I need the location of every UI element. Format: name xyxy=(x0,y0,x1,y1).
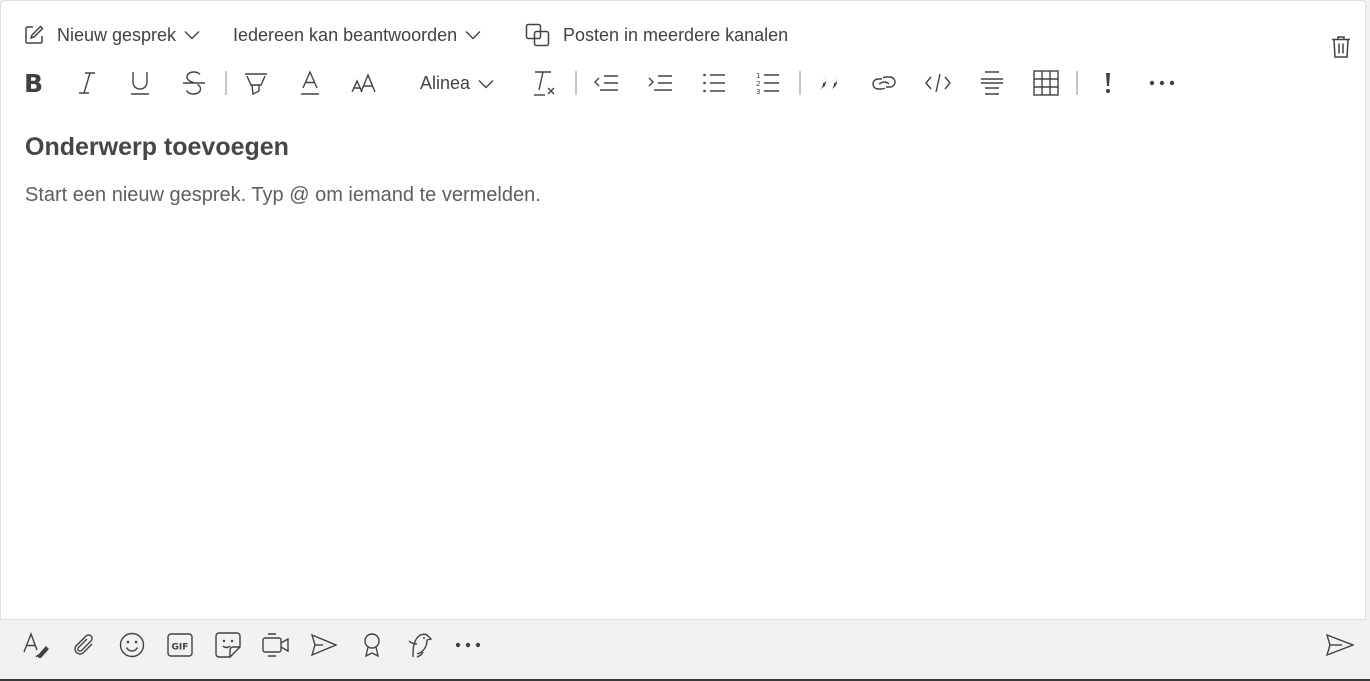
code-icon xyxy=(925,72,951,94)
italic-icon xyxy=(76,71,98,95)
exclamation-icon xyxy=(1104,72,1112,94)
code-snippet-button[interactable] xyxy=(918,61,958,105)
bold-button[interactable]: B xyxy=(13,61,53,105)
sticker-icon xyxy=(215,632,241,658)
edit-icon xyxy=(23,24,45,46)
svg-text:GIF: GIF xyxy=(172,643,189,653)
emoji-icon xyxy=(119,632,145,658)
numbered-list-button[interactable]: 1 2 3 xyxy=(748,61,788,105)
strikethrough-button[interactable] xyxy=(174,61,214,105)
send-button[interactable] xyxy=(1320,625,1360,665)
ellipsis-icon xyxy=(1149,80,1175,86)
mark-as-important-button[interactable] xyxy=(1088,61,1128,105)
gif-button[interactable]: GIF xyxy=(160,625,200,665)
paragraph-label: Alinea xyxy=(420,72,471,93)
send-icon xyxy=(1326,633,1354,657)
meet-now-button[interactable] xyxy=(256,625,296,665)
paragraph-dropdown[interactable]: Alinea xyxy=(420,61,494,105)
formatting-toolbar: B Alinea 1 2 3 xyxy=(1,61,1365,105)
toolbar-separator xyxy=(799,71,801,95)
clear-formatting-icon xyxy=(532,69,558,97)
discard-button[interactable] xyxy=(1331,35,1351,64)
highlight-button[interactable] xyxy=(236,61,276,105)
decrease-indent-button[interactable] xyxy=(587,61,627,105)
table-icon xyxy=(1033,70,1059,96)
ellipsis-icon xyxy=(455,642,481,648)
compose-box: Nieuw gesprek Iedereen kan beantwoorden … xyxy=(0,0,1366,620)
bird-icon xyxy=(407,631,433,659)
chevron-down-icon xyxy=(184,30,200,40)
sticker-button[interactable] xyxy=(208,625,248,665)
decrease-indent-icon xyxy=(594,73,620,93)
quote-button[interactable] xyxy=(811,61,851,105)
emoji-button[interactable] xyxy=(112,625,152,665)
link-button[interactable] xyxy=(864,61,904,105)
video-camera-icon xyxy=(262,633,290,657)
stream-icon xyxy=(311,633,337,657)
underline-button[interactable] xyxy=(120,61,160,105)
message-body-field[interactable]: Start een nieuw gesprek. Typ @ om iemand… xyxy=(25,184,541,207)
svg-text:B: B xyxy=(24,71,43,95)
new-conversation-dropdown[interactable]: Nieuw gesprek xyxy=(23,15,200,55)
strikethrough-icon xyxy=(182,70,206,96)
more-options-button[interactable] xyxy=(1142,61,1182,105)
horizontal-rule-button[interactable] xyxy=(972,61,1012,105)
chevron-down-icon xyxy=(465,30,481,40)
numbered-list-icon: 1 2 3 xyxy=(756,71,780,95)
attach-button[interactable] xyxy=(64,625,104,665)
toolbar-separator xyxy=(225,71,227,95)
praise-button[interactable] xyxy=(352,625,392,665)
clear-formatting-button[interactable] xyxy=(525,61,565,105)
stream-button[interactable] xyxy=(304,625,344,665)
bulleted-list-button[interactable] xyxy=(694,61,734,105)
praise-bird-button[interactable] xyxy=(400,625,440,665)
multiple-channels-icon xyxy=(525,23,551,47)
toolbar-separator xyxy=(575,71,577,95)
bold-icon: B xyxy=(22,71,44,95)
font-color-button[interactable] xyxy=(290,61,330,105)
chevron-down-icon xyxy=(478,73,494,94)
italic-button[interactable] xyxy=(67,61,107,105)
horizontal-rule-icon xyxy=(980,70,1004,96)
underline-icon xyxy=(129,70,151,96)
quote-icon xyxy=(820,75,842,91)
increase-indent-button[interactable] xyxy=(641,61,681,105)
compose-actions-bar: GIF xyxy=(0,622,1370,668)
svg-text:1: 1 xyxy=(756,72,760,80)
paperclip-icon xyxy=(72,633,96,657)
highlighter-icon xyxy=(243,70,269,96)
more-apps-button[interactable] xyxy=(448,625,488,665)
table-button[interactable] xyxy=(1026,61,1066,105)
format-button[interactable] xyxy=(16,625,56,665)
increase-indent-icon xyxy=(648,73,674,93)
reply-setting-dropdown[interactable]: Iedereen kan beantwoorden xyxy=(233,15,481,55)
crosspost-label: Posten in meerdere kanalen xyxy=(563,24,789,45)
format-icon xyxy=(22,632,50,658)
award-icon xyxy=(362,632,382,658)
font-size-icon xyxy=(351,72,377,94)
new-conversation-label: Nieuw gesprek xyxy=(57,24,177,45)
font-size-button[interactable] xyxy=(344,61,384,105)
crosspost-button[interactable]: Posten in meerdere kanalen xyxy=(525,15,788,55)
subject-field[interactable]: Onderwerp toevoegen xyxy=(25,133,289,162)
svg-text:2: 2 xyxy=(756,80,760,88)
font-color-icon xyxy=(299,70,321,96)
gif-icon: GIF xyxy=(167,633,193,657)
bulleted-list-icon xyxy=(702,72,726,94)
link-icon xyxy=(871,73,897,93)
compose-header: Nieuw gesprek Iedereen kan beantwoorden … xyxy=(1,15,1365,58)
svg-text:3: 3 xyxy=(756,88,760,95)
reply-setting-label: Iedereen kan beantwoorden xyxy=(233,24,458,45)
toolbar-separator xyxy=(1076,71,1078,95)
